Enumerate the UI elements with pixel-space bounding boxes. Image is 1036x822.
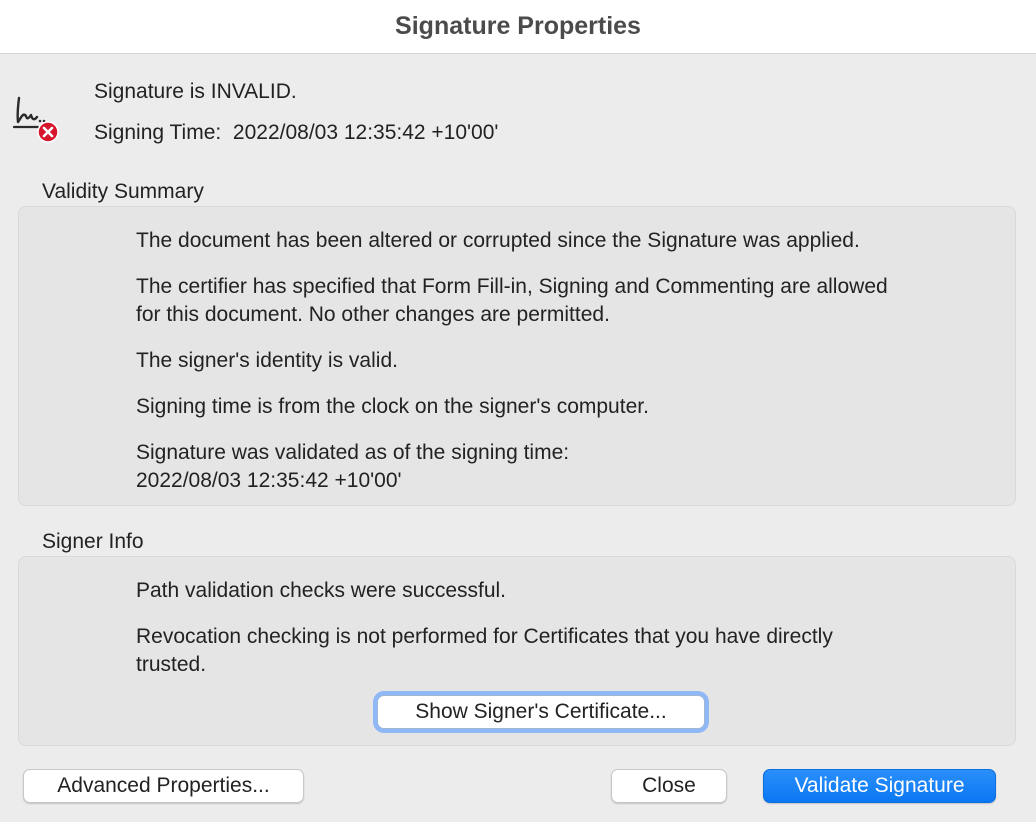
close-button[interactable]: Close <box>611 769 727 803</box>
validity-line-identity: The signer's identity is valid. <box>136 349 398 372</box>
validity-summary-panel: The document has been altered or corrupt… <box>18 206 1016 506</box>
signer-line-path-validation: Path validation checks were successful. <box>136 579 507 602</box>
signature-invalid-icon <box>12 94 62 144</box>
advanced-properties-button[interactable]: Advanced Properties... <box>23 769 304 803</box>
signer-info-heading: Signer Info <box>42 530 144 553</box>
signing-time-row: Signing Time: 2022/08/03 12:35:42 +10'00… <box>94 121 498 145</box>
validity-line-certifier-2: for this document. No other changes are … <box>136 303 610 326</box>
show-signers-certificate-button[interactable]: Show Signer's Certificate... <box>377 695 705 729</box>
title-bar: Signature Properties <box>0 0 1036 54</box>
signing-time-label: Signing Time: <box>94 121 222 144</box>
validity-summary-heading: Validity Summary <box>42 180 204 203</box>
validity-line-clock: Signing time is from the clock on the si… <box>136 395 649 418</box>
validity-line-validated-as-of: Signature was validated as of the signin… <box>136 441 570 464</box>
signer-line-revocation-2: trusted. <box>136 653 207 676</box>
dialog-title: Signature Properties <box>395 12 641 40</box>
signer-line-revocation-1: Revocation checking is not performed for… <box>136 625 833 648</box>
signature-status-text: Signature is INVALID. <box>94 80 297 103</box>
validity-line-certifier-1: The certifier has specified that Form Fi… <box>136 275 888 298</box>
validity-line-validated-time: 2022/08/03 12:35:42 +10'00' <box>136 469 402 492</box>
validity-line-altered: The document has been altered or corrupt… <box>136 229 860 252</box>
signing-time-value: 2022/08/03 12:35:42 +10'00' <box>232 121 499 144</box>
signature-properties-dialog: Signature Properties Signature is INVALI… <box>0 0 1036 822</box>
validate-signature-button[interactable]: Validate Signature <box>763 769 996 803</box>
signer-info-panel: Path validation checks were successful. … <box>18 556 1016 746</box>
